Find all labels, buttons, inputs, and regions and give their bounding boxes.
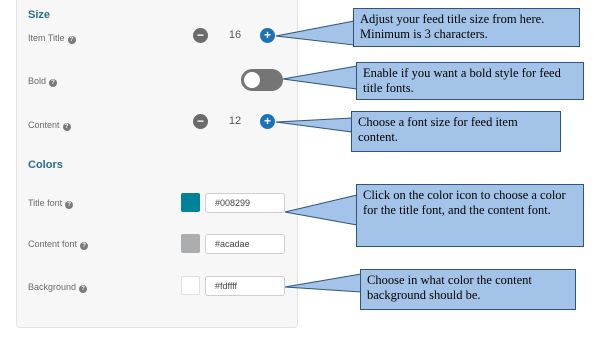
connector-colors: [284, 194, 358, 226]
connector-background: [284, 273, 362, 293]
callout-bold: Enable if you want a bold style for feed…: [356, 62, 584, 100]
connector-content-size: [275, 117, 353, 133]
callout-title-size: Adjust your feed title size from here. M…: [353, 8, 580, 47]
connector-bold: [282, 65, 358, 90]
callout-content-size: Choose a font size for feed item content…: [351, 111, 561, 152]
connector-title-size: [275, 20, 355, 46]
callout-colors: Click on the color icon to choose a colo…: [356, 184, 584, 247]
callout-background: Choose in what color the content backgro…: [360, 269, 576, 310]
